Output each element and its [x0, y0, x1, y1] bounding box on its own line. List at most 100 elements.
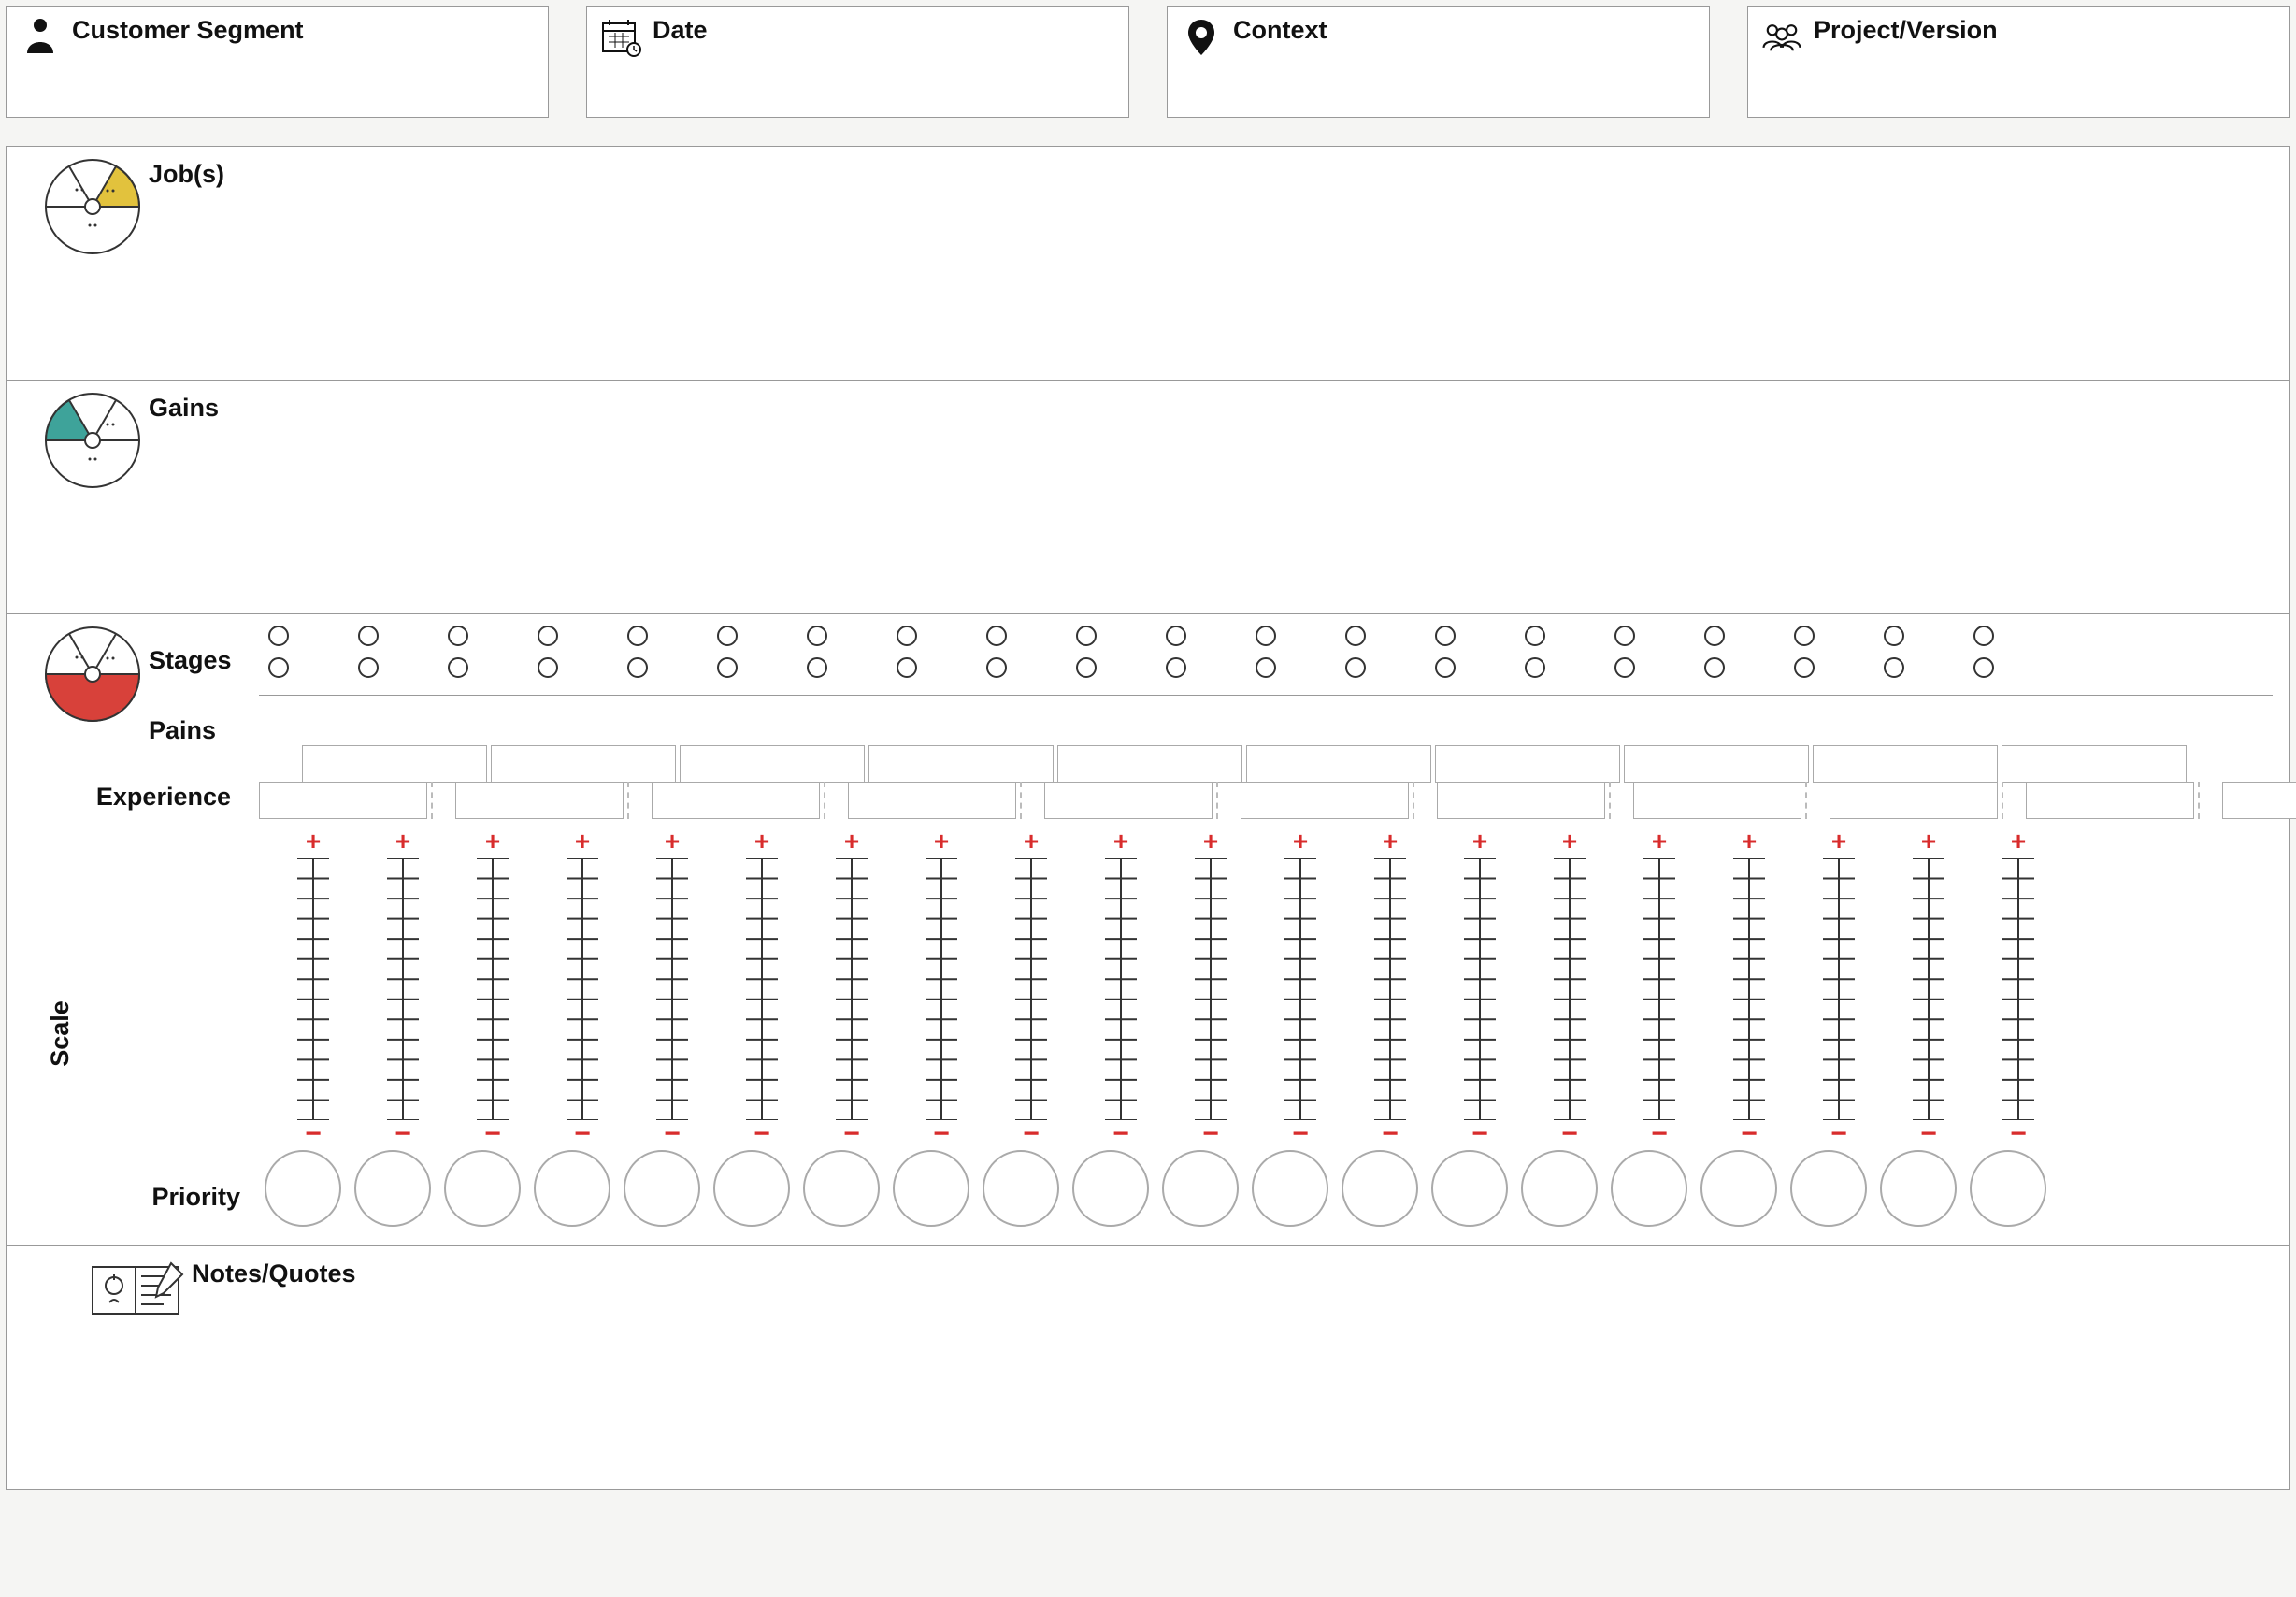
- stage-radio[interactable]: [1435, 626, 1456, 646]
- scale-column[interactable]: +−: [1973, 823, 2063, 1150]
- priority-circle[interactable]: [265, 1150, 341, 1227]
- stage-radio[interactable]: [1435, 657, 1456, 678]
- experience-box[interactable]: [1624, 745, 1809, 783]
- scale-column[interactable]: +−: [1435, 823, 1525, 1150]
- priority-circle[interactable]: [1880, 1150, 1957, 1227]
- priority-circle[interactable]: [1252, 1150, 1328, 1227]
- priority-circle[interactable]: [1342, 1150, 1418, 1227]
- experience-box[interactable]: [868, 745, 1054, 783]
- stage-radio[interactable]: [1345, 626, 1366, 646]
- scale-column[interactable]: +−: [897, 823, 986, 1150]
- stage-radio[interactable]: [1525, 657, 1545, 678]
- experience-box[interactable]: [1813, 745, 1998, 783]
- scale-column[interactable]: +−: [717, 823, 807, 1150]
- stage-radio[interactable]: [1973, 626, 1994, 646]
- stage-radio[interactable]: [807, 657, 827, 678]
- notes-panel[interactable]: Notes/Quotes: [7, 1246, 2289, 1489]
- scale-column[interactable]: +−: [1884, 823, 1973, 1150]
- stage-radio[interactable]: [268, 657, 289, 678]
- stage-radio[interactable]: [1614, 657, 1635, 678]
- stage-radio[interactable]: [1076, 626, 1097, 646]
- experience-box[interactable]: [848, 782, 1016, 819]
- experience-box[interactable]: [302, 745, 487, 783]
- scale-column[interactable]: +−: [1704, 823, 1794, 1150]
- stage-radio[interactable]: [717, 657, 738, 678]
- context-box[interactable]: Context: [1167, 6, 1710, 118]
- stage-radio[interactable]: [1076, 657, 1097, 678]
- stage-radio[interactable]: [627, 657, 648, 678]
- scale-column[interactable]: +−: [627, 823, 717, 1150]
- stage-radio[interactable]: [807, 626, 827, 646]
- priority-circle[interactable]: [803, 1150, 880, 1227]
- stage-radio[interactable]: [627, 626, 648, 646]
- experience-box[interactable]: [1830, 782, 1998, 819]
- experience-box[interactable]: [1044, 782, 1213, 819]
- priority-circle[interactable]: [713, 1150, 790, 1227]
- experience-box[interactable]: [1246, 745, 1431, 783]
- stage-radio[interactable]: [448, 626, 468, 646]
- stage-radio[interactable]: [538, 657, 558, 678]
- stage-radio[interactable]: [1704, 657, 1725, 678]
- gains-panel[interactable]: Gains: [7, 381, 2289, 614]
- scale-column[interactable]: +−: [358, 823, 448, 1150]
- experience-box[interactable]: [1435, 745, 1620, 783]
- stage-radio[interactable]: [1525, 626, 1545, 646]
- stage-radio[interactable]: [1794, 626, 1815, 646]
- priority-circle[interactable]: [1162, 1150, 1239, 1227]
- stage-radio[interactable]: [1884, 657, 1904, 678]
- priority-circle[interactable]: [624, 1150, 700, 1227]
- stage-radio[interactable]: [358, 626, 379, 646]
- scale-column[interactable]: +−: [1525, 823, 1614, 1150]
- priority-circle[interactable]: [1970, 1150, 2046, 1227]
- priority-circle[interactable]: [1072, 1150, 1149, 1227]
- priority-circle[interactable]: [1790, 1150, 1867, 1227]
- priority-circle[interactable]: [893, 1150, 969, 1227]
- customer-segment-box[interactable]: Customer Segment: [6, 6, 549, 118]
- experience-box[interactable]: [491, 745, 676, 783]
- stage-radio[interactable]: [1166, 626, 1186, 646]
- experience-box[interactable]: [652, 782, 820, 819]
- experience-box[interactable]: [455, 782, 624, 819]
- scale-column[interactable]: +−: [1614, 823, 1704, 1150]
- stage-radio[interactable]: [986, 657, 1007, 678]
- stage-radio[interactable]: [1345, 657, 1366, 678]
- stage-radio[interactable]: [1166, 657, 1186, 678]
- stage-radio[interactable]: [448, 657, 468, 678]
- stage-radio[interactable]: [1256, 626, 1276, 646]
- priority-circle[interactable]: [534, 1150, 610, 1227]
- priority-circle[interactable]: [354, 1150, 431, 1227]
- experience-box[interactable]: [680, 745, 865, 783]
- priority-circle[interactable]: [1431, 1150, 1508, 1227]
- stage-radio[interactable]: [717, 626, 738, 646]
- experience-box[interactable]: [2222, 782, 2296, 819]
- stage-radio[interactable]: [1794, 657, 1815, 678]
- scale-column[interactable]: +−: [538, 823, 627, 1150]
- priority-circle[interactable]: [983, 1150, 1059, 1227]
- stage-radio[interactable]: [897, 626, 917, 646]
- stage-radio[interactable]: [1256, 657, 1276, 678]
- priority-circle[interactable]: [1521, 1150, 1598, 1227]
- experience-box[interactable]: [259, 782, 427, 819]
- stage-radio[interactable]: [1973, 657, 1994, 678]
- date-box[interactable]: Date: [586, 6, 1129, 118]
- experience-box[interactable]: [2026, 782, 2194, 819]
- stage-radio[interactable]: [1704, 626, 1725, 646]
- experience-box[interactable]: [2002, 745, 2187, 783]
- stage-radio[interactable]: [358, 657, 379, 678]
- priority-circle[interactable]: [444, 1150, 521, 1227]
- stage-radio[interactable]: [268, 626, 289, 646]
- scale-column[interactable]: +−: [1794, 823, 1884, 1150]
- scale-column[interactable]: +−: [1256, 823, 1345, 1150]
- experience-box[interactable]: [1057, 745, 1242, 783]
- experience-box[interactable]: [1437, 782, 1605, 819]
- experience-box[interactable]: [1633, 782, 1801, 819]
- scale-column[interactable]: +−: [268, 823, 358, 1150]
- scale-column[interactable]: +−: [1345, 823, 1435, 1150]
- stage-radio[interactable]: [1614, 626, 1635, 646]
- scale-column[interactable]: +−: [1166, 823, 1256, 1150]
- stage-radio[interactable]: [986, 626, 1007, 646]
- scale-column[interactable]: +−: [807, 823, 897, 1150]
- stage-radio[interactable]: [538, 626, 558, 646]
- project-version-box[interactable]: Project/Version: [1747, 6, 2290, 118]
- priority-circle[interactable]: [1611, 1150, 1687, 1227]
